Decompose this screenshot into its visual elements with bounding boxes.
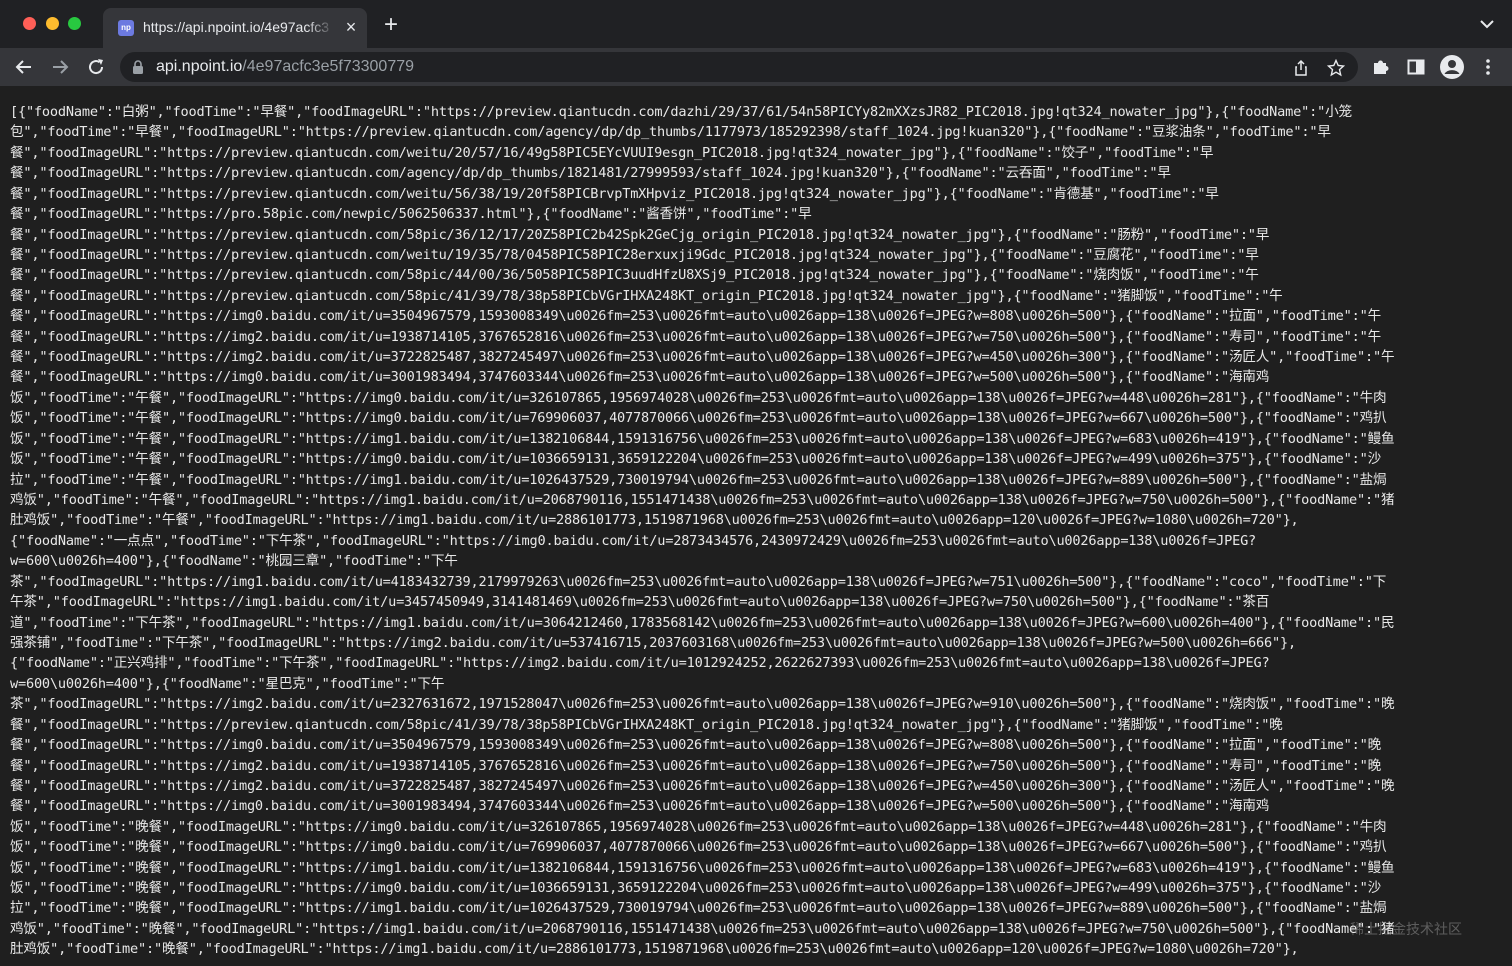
json-line: 餐","foodImageURL":"https://preview.qiant… — [10, 144, 1214, 161]
json-line: 包","foodTime":"早餐","foodImageURL":"https… — [10, 124, 1331, 141]
json-line: 饭","foodTime":"午餐","foodImageURL":"https… — [10, 430, 1395, 447]
json-line: 拉","foodTime":"晚餐","foodImageURL":"https… — [10, 900, 1387, 917]
json-line: 餐","foodImageURL":"https://img2.baidu.co… — [10, 349, 1395, 366]
json-line: 餐","foodImageURL":"https://preview.qiant… — [10, 287, 1283, 304]
json-line: w=600\u0026h=400"},{"foodName":"星巴克","fo… — [10, 675, 445, 692]
json-text: [{"foodName":"白粥","foodTime":"早餐","foodI… — [10, 102, 1508, 960]
json-viewer: [{"foodName":"白粥","foodTime":"早餐","foodI… — [0, 86, 1512, 966]
json-line: 饭","foodTime":"午餐","foodImageURL":"https… — [10, 451, 1381, 468]
json-line: 餐","foodImageURL":"https://img2.baidu.co… — [10, 757, 1381, 774]
json-line: 鸡饭","foodTime":"午餐","foodImageURL":"http… — [10, 492, 1395, 509]
new-tab-button[interactable]: + — [380, 13, 402, 37]
json-line: 餐","foodImageURL":"https://preview.qiant… — [10, 267, 1259, 284]
json-line: 餐","foodImageURL":"https://preview.qiant… — [10, 716, 1283, 733]
tab-strip: np https://api.npoint.io/4e97acfc3 × + — [0, 0, 1512, 48]
kebab-menu-icon[interactable] — [1477, 56, 1499, 78]
json-line: 饭","foodTime":"午餐","foodImageURL":"https… — [10, 389, 1387, 406]
json-line: [{"foodName":"白粥","foodTime":"早餐","foodI… — [10, 104, 1352, 120]
json-line: {"foodName":"正兴鸡排","foodTime":"下午茶","foo… — [10, 655, 1270, 672]
lock-icon[interactable] — [132, 60, 144, 74]
npoint-favicon-icon: np — [118, 20, 134, 36]
close-window-button[interactable] — [23, 17, 36, 30]
url-path: /4e97acfc3e5f73300779 — [242, 58, 415, 75]
json-line: 饭","foodTime":"晚餐","foodImageURL":"https… — [10, 859, 1395, 876]
json-line: 茶","foodImageURL":"https://img2.baidu.co… — [10, 696, 1395, 713]
minimize-window-button[interactable] — [46, 17, 59, 30]
tab-close-icon[interactable]: × — [341, 17, 361, 37]
tab-active[interactable]: np https://api.npoint.io/4e97acfc3 × — [103, 8, 367, 48]
json-line: 餐","foodImageURL":"https://preview.qiant… — [10, 246, 1259, 263]
profile-avatar-icon[interactable] — [1440, 55, 1464, 79]
tab-title: https://api.npoint.io/4e97acfc3 — [143, 19, 330, 35]
json-line: 午茶","foodImageURL":"https://img1.baidu.c… — [10, 594, 1270, 611]
json-line: 餐","foodImageURL":"https://img2.baidu.co… — [10, 328, 1381, 345]
json-line: 饭","foodTime":"午餐","foodImageURL":"https… — [10, 410, 1387, 427]
json-line: 餐","foodImageURL":"https://preview.qiant… — [10, 165, 1171, 182]
json-line: 饭","foodTime":"晚餐","foodImageURL":"https… — [10, 839, 1387, 856]
tab-search-chevron-icon[interactable] — [1476, 16, 1498, 32]
watermark: 稀土掘金技术社区 — [1350, 921, 1462, 937]
url-text[interactable]: api.npoint.io/4e97acfc3e5f73300779 — [156, 58, 414, 76]
url-host: api.npoint.io — [156, 58, 243, 75]
json-line: 茶","foodImageURL":"https://img1.baidu.co… — [10, 573, 1387, 590]
json-line: w=600\u0026h=400"},{"foodName":"桃园三章","f… — [10, 553, 458, 570]
bookmark-star-icon[interactable] — [1327, 59, 1345, 77]
address-bar[interactable]: api.npoint.io/4e97acfc3e5f73300779 — [120, 52, 1358, 82]
json-line: 鸡饭","foodTime":"晚餐","foodImageURL":"http… — [10, 920, 1395, 937]
json-line: 餐","foodImageURL":"https://preview.qiant… — [10, 226, 1270, 243]
json-line: 强茶铺","foodTime":"下午茶","foodImageURL":"ht… — [10, 634, 1296, 651]
back-arrow-icon[interactable] — [12, 55, 36, 79]
json-line: 餐","foodImageURL":"https://img0.baidu.co… — [10, 369, 1270, 386]
extensions-puzzle-icon[interactable] — [1370, 56, 1392, 78]
json-line: 餐","foodImageURL":"https://pro.58pic.com… — [10, 206, 812, 223]
json-line: 餐","foodImageURL":"https://img2.baidu.co… — [10, 777, 1395, 794]
json-line: 餐","foodImageURL":"https://preview.qiant… — [10, 185, 1219, 202]
json-line: 餐","foodImageURL":"https://img0.baidu.co… — [10, 737, 1381, 754]
side-panel-icon[interactable] — [1405, 56, 1427, 78]
json-line: 餐","foodImageURL":"https://img0.baidu.co… — [10, 308, 1381, 325]
json-line: {"foodName":"一点点","foodTime":"下午茶","food… — [10, 532, 1257, 549]
browser-toolbar: api.npoint.io/4e97acfc3e5f73300779 — [0, 48, 1512, 86]
reload-icon[interactable] — [84, 55, 108, 79]
json-line: 饭","foodTime":"晚餐","foodImageURL":"https… — [10, 880, 1381, 897]
forward-arrow-icon[interactable] — [48, 55, 72, 79]
json-line: 道","foodTime":"下午茶","foodImageURL":"http… — [10, 614, 1395, 631]
json-line: 餐","foodImageURL":"https://img0.baidu.co… — [10, 798, 1270, 815]
json-line: 拉","foodTime":"午餐","foodImageURL":"https… — [10, 471, 1387, 488]
maximize-window-button[interactable] — [68, 17, 81, 30]
json-line: 肚鸡饭","foodTime":"晚餐","foodImageURL":"htt… — [10, 941, 1299, 958]
json-line: 饭","foodTime":"晚餐","foodImageURL":"https… — [10, 818, 1387, 835]
share-icon[interactable] — [1292, 59, 1310, 77]
json-line: 肚鸡饭","foodTime":"午餐","foodImageURL":"htt… — [10, 512, 1299, 529]
